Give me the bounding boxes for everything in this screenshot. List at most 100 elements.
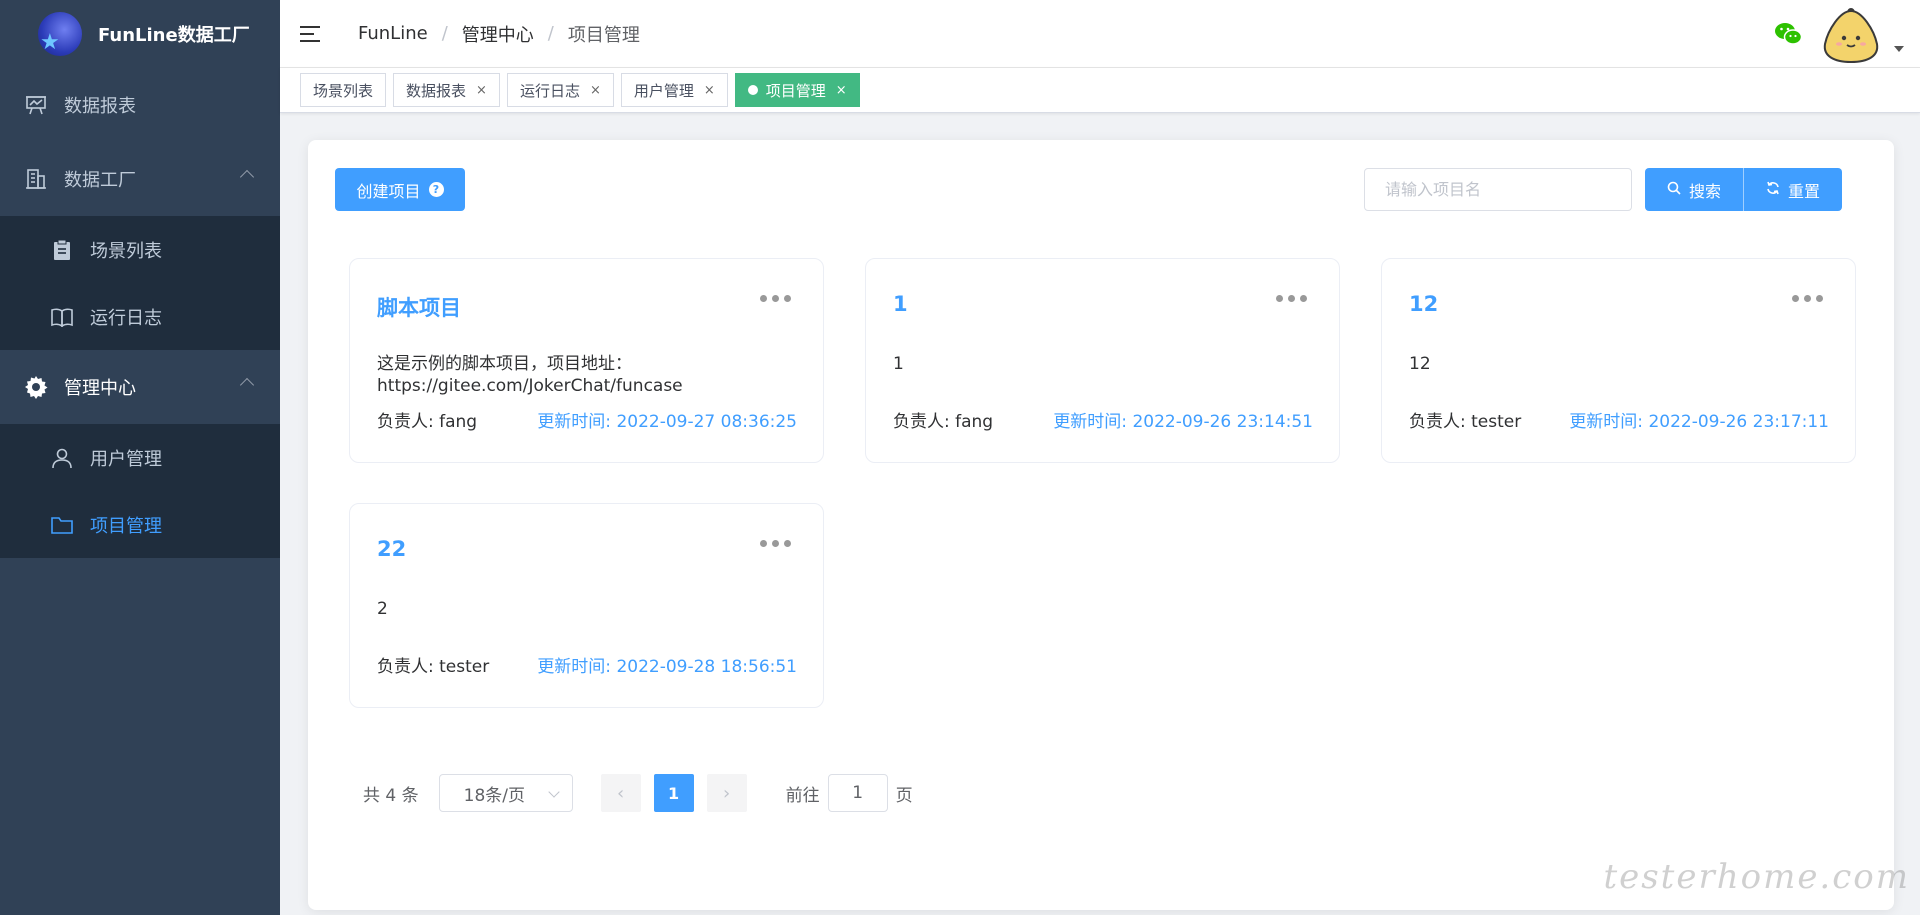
sidebar-item-label: 运行日志 bbox=[90, 307, 162, 329]
sidebar-item-label: 数据报表 bbox=[64, 96, 136, 117]
sidebar-item-data-report[interactable]: 数据报表 bbox=[0, 68, 280, 142]
tag-project-management[interactable]: 项目管理 × bbox=[734, 73, 860, 107]
project-search-input[interactable] bbox=[1364, 168, 1632, 211]
search-button[interactable]: 搜索 bbox=[1645, 168, 1745, 211]
submenu-admin-center: 用户管理 项目管理 bbox=[0, 424, 280, 558]
breadcrumb-item[interactable]: FunLine bbox=[358, 23, 428, 44]
project-description: 这是示例的脚本项目，项目地址：https://gitee.com/JokerCh… bbox=[377, 354, 683, 396]
page-suffix-label: 页 bbox=[895, 785, 913, 806]
caret-down-icon[interactable] bbox=[1894, 46, 1904, 52]
project-owner: 负责人: tester bbox=[377, 657, 490, 677]
clipboard-icon bbox=[50, 238, 74, 262]
next-page-button[interactable]: › bbox=[706, 774, 747, 812]
tags-view: 场景列表 数据报表 × 运行日志 × 用户管理 × 项目管理 × bbox=[280, 68, 1920, 113]
project-title[interactable]: 1 bbox=[893, 292, 908, 316]
sidebar-item-label: 管理中心 bbox=[64, 378, 136, 399]
tag-data-report[interactable]: 数据报表 × bbox=[393, 73, 500, 107]
user-icon bbox=[50, 446, 74, 470]
sidebar: ★ FunLine数据工厂 数据报表 数据工厂 场景列表 运行日志 管理中心 用… bbox=[0, 0, 280, 915]
page-number-button[interactable]: 1 bbox=[653, 774, 694, 812]
project-title[interactable]: 12 bbox=[1409, 292, 1438, 316]
tag-label: 场景列表 bbox=[313, 81, 374, 100]
tag-label: 项目管理 bbox=[765, 81, 826, 100]
sidebar-item-label: 项目管理 bbox=[90, 515, 162, 537]
breadcrumb-separator: / bbox=[441, 23, 448, 44]
building-icon bbox=[24, 167, 48, 191]
submenu-data-factory: 场景列表 运行日志 bbox=[0, 216, 280, 350]
search-icon bbox=[1667, 181, 1681, 199]
more-icon[interactable] bbox=[1276, 295, 1307, 302]
button-label: 搜索 bbox=[1689, 181, 1722, 201]
wechat-icon[interactable] bbox=[1774, 22, 1803, 46]
active-dot-icon bbox=[747, 85, 758, 95]
close-icon[interactable]: × bbox=[590, 83, 601, 98]
reset-button[interactable]: 重置 bbox=[1744, 168, 1843, 211]
close-icon[interactable]: × bbox=[476, 83, 487, 98]
top-header: FunLine / 管理中心 / 项目管理 bbox=[280, 0, 1920, 68]
sidebar-item-label: 数据工厂 bbox=[64, 170, 136, 191]
breadcrumb-current: 项目管理 bbox=[567, 24, 640, 46]
sidebar-item-user-management[interactable]: 用户管理 bbox=[0, 424, 280, 491]
pagination: 共 4 条 18条/页 ‹ 1 › 前往 页 bbox=[363, 774, 913, 812]
sidebar-item-run-log[interactable]: 运行日志 bbox=[0, 283, 280, 350]
app-logo[interactable]: ★ FunLine数据工厂 bbox=[0, 0, 280, 68]
tag-scene-list[interactable]: 场景列表 bbox=[300, 73, 387, 107]
button-label: 重置 bbox=[1788, 181, 1821, 201]
page-size-value: 18条/页 bbox=[463, 785, 525, 806]
project-description: 2 bbox=[377, 599, 388, 619]
help-icon[interactable]: ? bbox=[428, 182, 444, 197]
tag-user-management[interactable]: 用户管理 × bbox=[620, 73, 728, 107]
sidebar-item-data-factory[interactable]: 数据工厂 bbox=[0, 142, 280, 216]
project-owner: 负责人: fang bbox=[377, 412, 478, 432]
project-title[interactable]: 22 bbox=[377, 537, 406, 561]
sidebar-item-project-management[interactable]: 项目管理 bbox=[0, 491, 280, 558]
close-icon[interactable]: × bbox=[836, 83, 847, 98]
sidebar-item-label: 场景列表 bbox=[90, 240, 162, 262]
more-icon[interactable] bbox=[1792, 295, 1823, 302]
folder-icon bbox=[50, 513, 74, 537]
menu-toggle-icon[interactable] bbox=[300, 20, 328, 48]
tag-label: 数据报表 bbox=[406, 81, 467, 100]
more-icon[interactable] bbox=[760, 295, 791, 302]
project-card[interactable]: 22 2 负责人: tester 更新时间: 2022-09-28 18:56:… bbox=[349, 503, 824, 708]
sidebar-item-label: 用户管理 bbox=[90, 448, 162, 470]
refresh-icon bbox=[1766, 181, 1780, 199]
gear-icon bbox=[24, 375, 48, 399]
create-project-button[interactable]: 创建项目 ? bbox=[335, 168, 465, 211]
chevron-up-icon bbox=[239, 377, 255, 393]
project-title[interactable]: 脚本项目 bbox=[377, 292, 461, 322]
project-owner: 负责人: fang bbox=[893, 412, 994, 432]
project-card[interactable]: 12 12 负责人: tester 更新时间: 2022-09-26 23:17… bbox=[1381, 258, 1856, 463]
page-size-select[interactable]: 18条/页 bbox=[438, 774, 573, 812]
tag-run-log[interactable]: 运行日志 × bbox=[506, 73, 614, 107]
watermark: testerhome.com bbox=[1603, 857, 1910, 897]
project-card[interactable]: 1 1 负责人: fang 更新时间: 2022-09-26 23:14:51 bbox=[865, 258, 1340, 463]
project-owner: 负责人: tester bbox=[1409, 412, 1522, 432]
presentation-board-icon bbox=[24, 93, 48, 117]
breadcrumb-separator: / bbox=[547, 23, 554, 44]
breadcrumb: FunLine / 管理中心 / 项目管理 bbox=[358, 21, 640, 47]
sidebar-item-scene-list[interactable]: 场景列表 bbox=[0, 216, 280, 283]
project-updated-time: 更新时间: 2022-09-28 18:56:51 bbox=[537, 657, 797, 677]
book-icon bbox=[50, 305, 74, 329]
more-icon[interactable] bbox=[760, 540, 791, 547]
project-description: 12 bbox=[1409, 354, 1431, 374]
breadcrumb-item[interactable]: 管理中心 bbox=[462, 21, 534, 47]
project-card[interactable]: 脚本项目 这是示例的脚本项目，项目地址：https://gitee.com/Jo… bbox=[349, 258, 824, 463]
tag-label: 用户管理 bbox=[633, 81, 694, 100]
goto-page-input[interactable] bbox=[827, 774, 888, 812]
project-updated-time: 更新时间: 2022-09-27 08:36:25 bbox=[537, 412, 797, 432]
button-label: 创建项目 bbox=[356, 181, 421, 201]
project-description: 1 bbox=[893, 354, 904, 374]
search-button-group: 搜索 重置 bbox=[1645, 168, 1843, 211]
close-icon[interactable]: × bbox=[704, 83, 715, 98]
chevron-down-icon bbox=[547, 786, 560, 798]
project-updated-time: 更新时间: 2022-09-26 23:14:51 bbox=[1053, 412, 1313, 432]
pagination-total: 共 4 条 bbox=[363, 785, 419, 806]
project-panel: 创建项目 ? 搜索 重置 脚本项目 这是示例的脚本项目，项目地址：https:/… bbox=[308, 140, 1894, 910]
avatar[interactable] bbox=[1822, 8, 1880, 64]
tag-label: 运行日志 bbox=[519, 81, 580, 100]
prev-page-button[interactable]: ‹ bbox=[600, 774, 641, 812]
sidebar-item-admin-center[interactable]: 管理中心 bbox=[0, 350, 280, 424]
app-name: FunLine数据工厂 bbox=[98, 25, 250, 46]
